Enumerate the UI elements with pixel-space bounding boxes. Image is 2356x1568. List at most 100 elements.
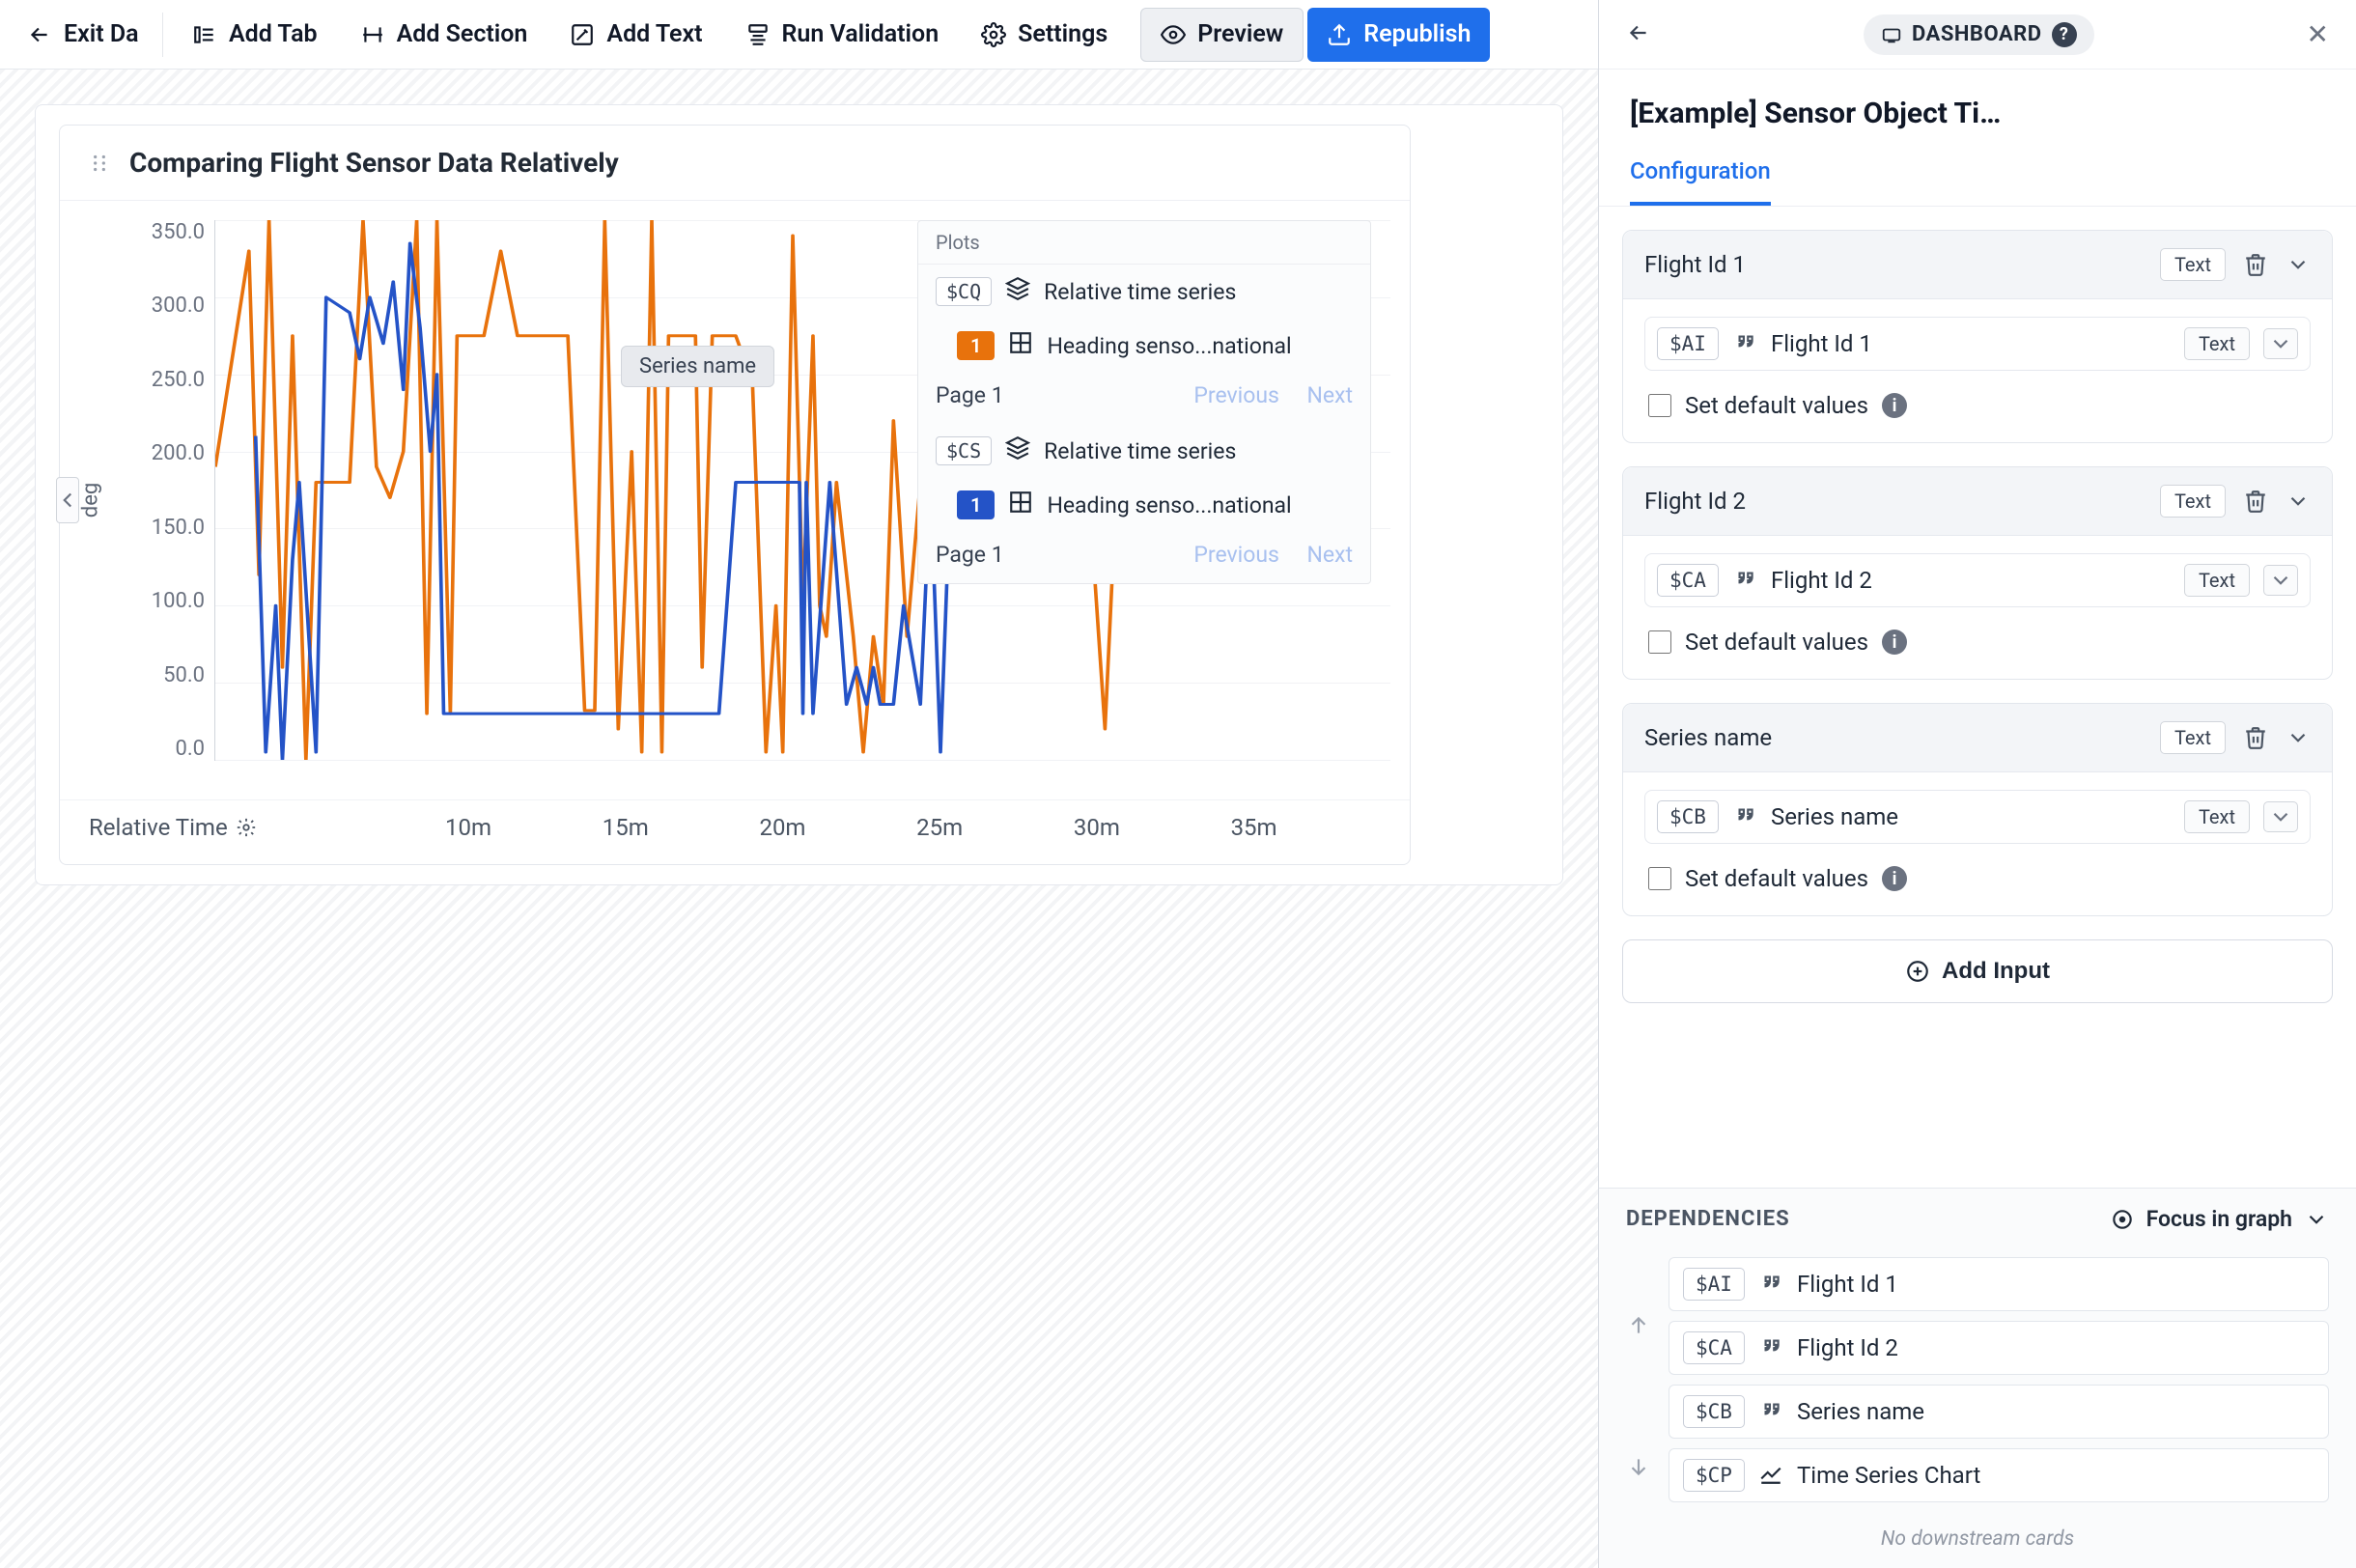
collapse-button[interactable] <box>2286 252 2311 277</box>
config-card-title: Flight Id 1 <box>1644 251 1746 278</box>
settings-button[interactable]: Settings <box>962 8 1127 62</box>
dependency-row[interactable]: $CA Flight Id 2 <box>1669 1321 2329 1375</box>
plot-area[interactable]: Series name Plots $CQ Relative time seri… <box>214 220 1390 761</box>
dependency-label: Flight Id 1 <box>1797 1271 1898 1298</box>
collapse-button[interactable] <box>2286 725 2311 750</box>
target-icon <box>2110 1207 2135 1232</box>
config-input-row[interactable]: $AI Flight Id 1 Text <box>1644 317 2311 371</box>
legend-next[interactable]: Next <box>1306 382 1353 408</box>
config-type-button[interactable]: Text <box>2160 721 2226 754</box>
legend-row[interactable]: $CS Relative time series <box>918 424 1370 478</box>
default-values-checkbox[interactable] <box>1648 630 1671 654</box>
info-icon[interactable]: i <box>1882 630 1907 655</box>
default-values-row[interactable]: Set default values i <box>1644 388 2311 425</box>
plots-legend: Plots $CQ Relative time series 1 Heading… <box>917 220 1371 584</box>
default-values-label: Set default values <box>1685 865 1868 892</box>
tab-configuration[interactable]: Configuration <box>1630 140 1771 206</box>
dependency-row[interactable]: $CP Time Series Chart <box>1669 1448 2329 1502</box>
preview-button[interactable]: Preview <box>1140 8 1304 62</box>
config-row-dropdown[interactable] <box>2263 801 2298 832</box>
add-tab-icon <box>192 22 217 47</box>
gear-small-icon[interactable] <box>236 817 257 838</box>
default-values-label: Set default values <box>1685 392 1868 419</box>
chevron-left-icon <box>55 488 80 513</box>
legend-next[interactable]: Next <box>1306 542 1353 568</box>
legend-series-row[interactable]: 1 Heading senso...national <box>918 319 1370 373</box>
y-tick: 350.0 <box>152 220 205 244</box>
add-tab-label: Add Tab <box>229 20 318 48</box>
config-card-body: $CA Flight Id 2 Text Set default values … <box>1623 536 2332 679</box>
top-toolbar: Exit Da Add Tab Add Section Add Text Run… <box>0 0 1598 70</box>
chart-icon <box>1758 1461 1783 1490</box>
sidebar-scroll[interactable]: Flight Id 1 Text $AI Flight Id 1 Text Se… <box>1599 207 2356 1188</box>
config-type-button[interactable]: Text <box>2160 248 2226 281</box>
sidebar-chip[interactable]: DASHBOARD ? <box>1864 14 2094 55</box>
republish-button[interactable]: Republish <box>1307 8 1490 62</box>
exit-button[interactable]: Exit Da <box>8 8 153 62</box>
help-icon: ? <box>2052 22 2077 47</box>
sidebar-back-button[interactable] <box>1626 20 1651 49</box>
config-input-row[interactable]: $CA Flight Id 2 Text <box>1644 553 2311 607</box>
config-row-dropdown[interactable] <box>2263 565 2298 596</box>
run-validation-button[interactable]: Run Validation <box>726 8 959 62</box>
config-card-title: Series name <box>1644 724 1772 751</box>
quotes-icon <box>1732 329 1757 358</box>
sidebar-close-button[interactable]: ✕ <box>2307 18 2329 50</box>
default-values-row[interactable]: Set default values i <box>1644 625 2311 661</box>
series-tooltip: Series name <box>621 346 774 387</box>
dependency-label: Flight Id 2 <box>1797 1334 1898 1361</box>
validation-icon <box>745 22 771 47</box>
legend-series-row[interactable]: 1 Heading senso...national <box>918 478 1370 532</box>
drag-handle-icon[interactable] <box>87 151 112 176</box>
gear-icon <box>981 22 1006 47</box>
legend-type: Relative time series <box>1044 279 1236 305</box>
dependencies-body: $AI Flight Id 1 $CA Flight Id 2 $CB Seri… <box>1599 1249 2356 1522</box>
config-row-label: Flight Id 2 <box>1771 567 2171 594</box>
add-input-button[interactable]: Add Input <box>1622 939 2333 1003</box>
quotes-icon <box>1732 802 1757 831</box>
chart-card: Comparing Flight Sensor Data Relatively … <box>59 125 1411 865</box>
delete-button[interactable] <box>2243 725 2268 750</box>
default-values-label: Set default values <box>1685 629 1868 656</box>
y-tick: 250.0 <box>152 368 205 392</box>
config-row-type[interactable]: Text <box>2184 327 2250 360</box>
add-text-button[interactable]: Add Text <box>550 8 721 62</box>
config-row-type[interactable]: Text <box>2184 800 2250 833</box>
add-section-button[interactable]: Add Section <box>341 8 547 62</box>
info-icon[interactable]: i <box>1882 393 1907 418</box>
y-tick: 200.0 <box>152 441 205 465</box>
dependencies-title: DEPENDENCIES <box>1626 1207 1790 1231</box>
var-chip: $CS <box>936 436 992 465</box>
legend-prev[interactable]: Previous <box>1193 542 1279 568</box>
config-card: Flight Id 1 Text $AI Flight Id 1 Text Se… <box>1622 230 2333 443</box>
config-card-title: Flight Id 2 <box>1644 488 1746 515</box>
focus-in-graph-button[interactable]: Focus in graph <box>2110 1206 2329 1232</box>
collapse-left-button[interactable] <box>56 477 79 523</box>
add-text-label: Add Text <box>606 20 702 48</box>
default-values-checkbox[interactable] <box>1648 394 1671 417</box>
config-row-type[interactable]: Text <box>2184 564 2250 597</box>
delete-button[interactable] <box>2243 252 2268 277</box>
settings-label: Settings <box>1018 20 1108 48</box>
config-card: Series name Text $CB Series name Text Se… <box>1622 703 2333 916</box>
arrow-down-icon <box>1626 1454 1651 1479</box>
default-values-checkbox[interactable] <box>1648 867 1671 890</box>
dependency-row[interactable]: $AI Flight Id 1 <box>1669 1257 2329 1311</box>
sidebar-header: DASHBOARD ? ✕ <box>1599 0 2356 70</box>
run-validation-label: Run Validation <box>782 20 940 48</box>
dependencies-list: $AI Flight Id 1 $CA Flight Id 2 $CB Seri… <box>1669 1257 2329 1502</box>
legend-row[interactable]: $CQ Relative time series <box>918 265 1370 319</box>
add-tab-button[interactable]: Add Tab <box>173 8 337 62</box>
config-type-button[interactable]: Text <box>2160 485 2226 518</box>
config-row-dropdown[interactable] <box>2263 328 2298 359</box>
var-chip: $AI <box>1683 1268 1745 1301</box>
info-icon[interactable]: i <box>1882 866 1907 891</box>
config-input-row[interactable]: $CB Series name Text <box>1644 790 2311 844</box>
default-values-row[interactable]: Set default values i <box>1644 861 2311 898</box>
delete-button[interactable] <box>2243 489 2268 514</box>
chart-body: deg 350.0300.0250.0200.0150.0100.050.00.… <box>60 201 1410 799</box>
series-badge: 1 <box>957 331 995 360</box>
legend-prev[interactable]: Previous <box>1193 382 1279 408</box>
dependency-row[interactable]: $CB Series name <box>1669 1385 2329 1439</box>
collapse-button[interactable] <box>2286 489 2311 514</box>
